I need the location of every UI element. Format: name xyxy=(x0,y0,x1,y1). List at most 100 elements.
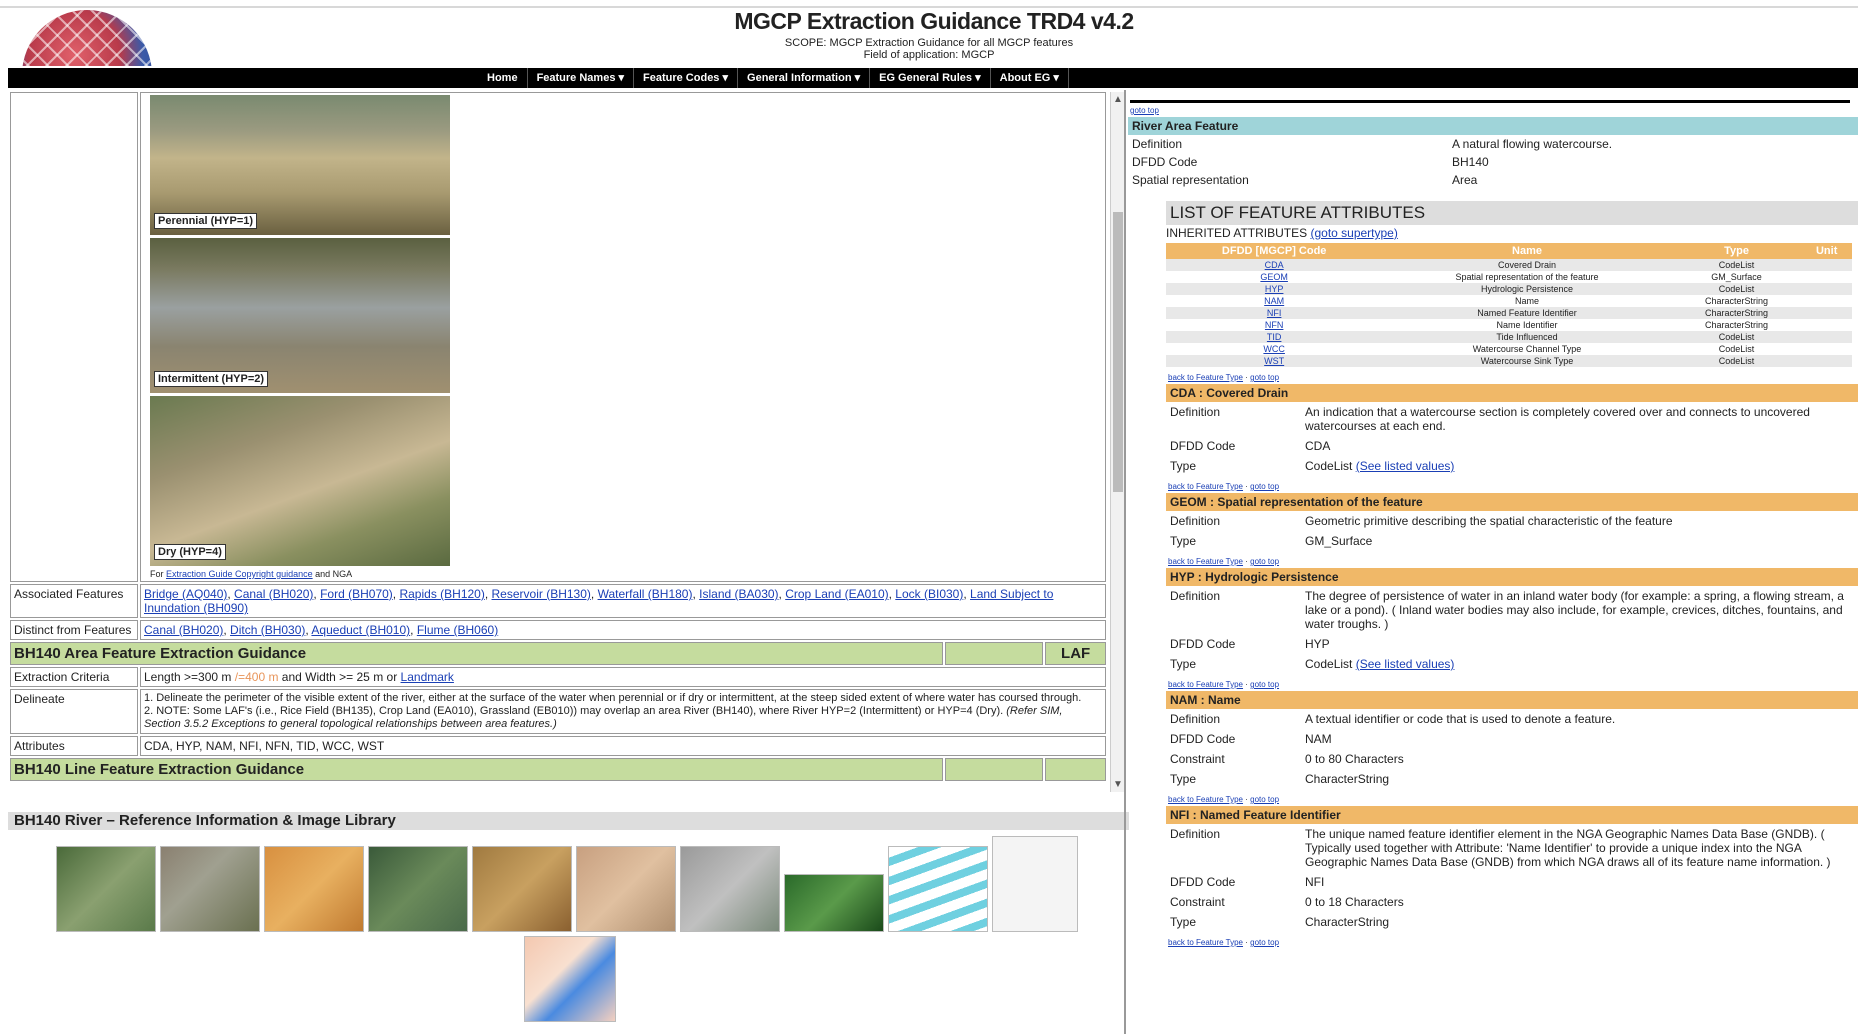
associated-label: Associated Features xyxy=(10,584,138,618)
distinct-link[interactable]: Aqueduct (BH010) xyxy=(311,623,410,637)
panel-divider[interactable] xyxy=(1124,90,1126,1034)
attr-code-link[interactable]: WST xyxy=(1166,355,1383,367)
row-value: CodeList (See listed values) xyxy=(1305,657,1854,671)
attribute-detail-row: Definition A textual identifier or code t… xyxy=(1166,709,1858,729)
distinct-link[interactable]: Ditch (BH030) xyxy=(230,623,305,637)
associated-link[interactable]: Lock (BI030) xyxy=(895,587,963,601)
row-value: HYP xyxy=(1305,637,1854,651)
associated-link[interactable]: Island (BA030) xyxy=(699,587,778,601)
attr-type: CodeList xyxy=(1671,283,1802,295)
landmark-link[interactable]: Landmark xyxy=(401,670,454,684)
library-thumbnail[interactable] xyxy=(264,846,364,932)
row-value-text: NAM xyxy=(1305,732,1332,746)
left-scrollbar[interactable]: ▲ ▼ xyxy=(1110,92,1125,792)
associated-link[interactable]: Rapids (BH120) xyxy=(399,587,484,601)
attr-code-link[interactable]: GEOM xyxy=(1166,271,1382,283)
distinct-link[interactable]: Canal (BH020) xyxy=(144,623,223,637)
nav-feature-names[interactable]: Feature Names ▾ xyxy=(528,68,635,88)
distinct-link[interactable]: Flume (BH060) xyxy=(417,623,498,637)
library-thumbnail[interactable] xyxy=(472,846,572,932)
inherited-attributes: INHERITED ATTRIBUTES (goto supertype) xyxy=(1166,225,1858,241)
goto-top-link[interactable]: goto top xyxy=(1250,938,1279,947)
associated-link[interactable]: Reservoir (BH130) xyxy=(492,587,591,601)
photo-perennial[interactable]: Perennial (HYP=1) xyxy=(150,95,450,235)
back-to-feature-link[interactable]: back to Feature Type xyxy=(1168,795,1243,804)
row-label: Type xyxy=(1170,534,1197,548)
back-to-feature-link[interactable]: back to Feature Type xyxy=(1168,373,1243,382)
attr-code-link[interactable]: NFI xyxy=(1166,307,1383,319)
nav-eg-general-rules[interactable]: EG General Rules ▾ xyxy=(870,68,991,88)
attribute-detail-row: DFDD Code HYP xyxy=(1166,634,1858,654)
scroll-thumb[interactable] xyxy=(1113,212,1123,492)
associated-link[interactable]: Waterfall (BH180) xyxy=(598,587,693,601)
goto-supertype-link[interactable]: (goto supertype) xyxy=(1310,226,1397,240)
attr-code-link[interactable]: HYP xyxy=(1166,283,1383,295)
col-header: Name xyxy=(1382,243,1672,259)
goto-top-link[interactable]: goto top xyxy=(1250,680,1279,689)
library-thumbnail[interactable] xyxy=(992,836,1078,932)
attr-code-link[interactable]: TID xyxy=(1166,331,1383,343)
back-to-feature-link[interactable]: back to Feature Type xyxy=(1168,938,1243,947)
row-label: Definition xyxy=(1170,712,1221,726)
attribute-heading: NFI : Named Feature Identifier xyxy=(1166,806,1858,824)
associated-link[interactable]: Crop Land (EA010) xyxy=(785,587,888,601)
back-to-feature-link[interactable]: back to Feature Type xyxy=(1168,680,1243,689)
attr-code-link[interactable]: NAM xyxy=(1166,295,1382,307)
area-code: LAF xyxy=(1045,642,1106,665)
library-thumbnail[interactable] xyxy=(56,846,156,932)
nav-about-eg[interactable]: About EG ▾ xyxy=(991,68,1069,88)
goto-top-link[interactable]: goto top xyxy=(1250,482,1279,491)
copyright-guidance-link[interactable]: Extraction Guide Copyright guidance xyxy=(166,569,313,579)
attr-code-link[interactable]: CDA xyxy=(1166,259,1383,271)
see-listed-values-link[interactable]: (See listed values) xyxy=(1356,657,1455,671)
goto-top-link[interactable]: goto top xyxy=(1130,106,1858,115)
attr-type: CodeList xyxy=(1671,355,1802,367)
back-to-feature-link[interactable]: back to Feature Type xyxy=(1168,482,1243,491)
scroll-up-icon[interactable]: ▲ xyxy=(1113,94,1123,105)
goto-top-link[interactable]: goto top xyxy=(1250,557,1279,566)
library-thumbnail[interactable] xyxy=(160,846,260,932)
associated-link[interactable]: Ford (BH070) xyxy=(320,587,393,601)
photo-intermittent[interactable]: Intermittent (HYP=2) xyxy=(150,238,450,393)
row-label: Spatial representation xyxy=(1132,173,1249,187)
back-links: back to Feature Type · goto top xyxy=(1168,938,1280,947)
associated-link[interactable]: Bridge (AQ040) xyxy=(144,587,227,601)
attr-name: Spatial representation of the feature xyxy=(1455,272,1599,282)
row-value: Area xyxy=(1452,173,1478,187)
row-value: 0 to 80 Characters xyxy=(1305,752,1854,766)
criteria-label: Extraction Criteria xyxy=(10,667,138,687)
attr-code-link[interactable]: NFN xyxy=(1166,319,1382,331)
attributes-value: CDA, HYP, NAM, NFI, NFN, TID, WCC, WST xyxy=(140,736,1106,756)
goto-top-link[interactable]: goto top xyxy=(1250,795,1279,804)
associated-list: Bridge (AQ040), Canal (BH020), Ford (BH0… xyxy=(140,584,1106,618)
criteria-value: Length >=300 m /=400 m and Width >= 25 m… xyxy=(140,667,1106,687)
delineate-value: 1. Delineate the perimeter of the visibl… xyxy=(140,689,1106,734)
see-listed-values-link[interactable]: (See listed values) xyxy=(1356,459,1455,473)
attribute-heading: CDA : Covered Drain xyxy=(1166,384,1858,402)
nav-home[interactable]: Home xyxy=(478,68,528,88)
associated-link[interactable]: Canal (BH020) xyxy=(234,587,313,601)
library-thumbnail[interactable] xyxy=(784,874,884,932)
photo-caption: Intermittent (HYP=2) xyxy=(154,371,269,387)
row-value-text: A textual identifier or code that is use… xyxy=(1305,712,1616,726)
nav-feature-codes[interactable]: Feature Codes ▾ xyxy=(634,68,739,88)
attr-code-link[interactable]: WCC xyxy=(1166,343,1382,355)
attribute-heading: NAM : Name xyxy=(1166,691,1858,709)
attribute-detail-row: Type CodeList (See listed values) xyxy=(1166,654,1858,674)
attr-type: CodeList xyxy=(1671,331,1802,343)
back-to-feature-link[interactable]: back to Feature Type xyxy=(1168,557,1243,566)
row-label: Definition xyxy=(1170,405,1221,419)
library-thumbnail[interactable] xyxy=(368,846,468,932)
library-thumbnail[interactable] xyxy=(888,846,988,932)
feature-attributes-section: LIST OF FEATURE ATTRIBUTES INHERITED ATT… xyxy=(1166,201,1858,947)
goto-top-link[interactable]: goto top xyxy=(1250,373,1279,382)
row-value: 0 to 18 Characters xyxy=(1305,895,1854,909)
photo-dry[interactable]: Dry (HYP=4) xyxy=(150,396,450,566)
library-thumbnail[interactable] xyxy=(576,846,676,932)
library-thumbnail[interactable] xyxy=(680,846,780,932)
nav-general-information[interactable]: General Information ▾ xyxy=(738,68,871,88)
photo-credit-suffix: and NGA xyxy=(315,569,353,579)
scroll-down-icon[interactable]: ▼ xyxy=(1113,779,1123,790)
row-value-text: The unique named feature identifier elem… xyxy=(1305,827,1831,869)
library-thumbnail[interactable] xyxy=(524,936,616,1022)
